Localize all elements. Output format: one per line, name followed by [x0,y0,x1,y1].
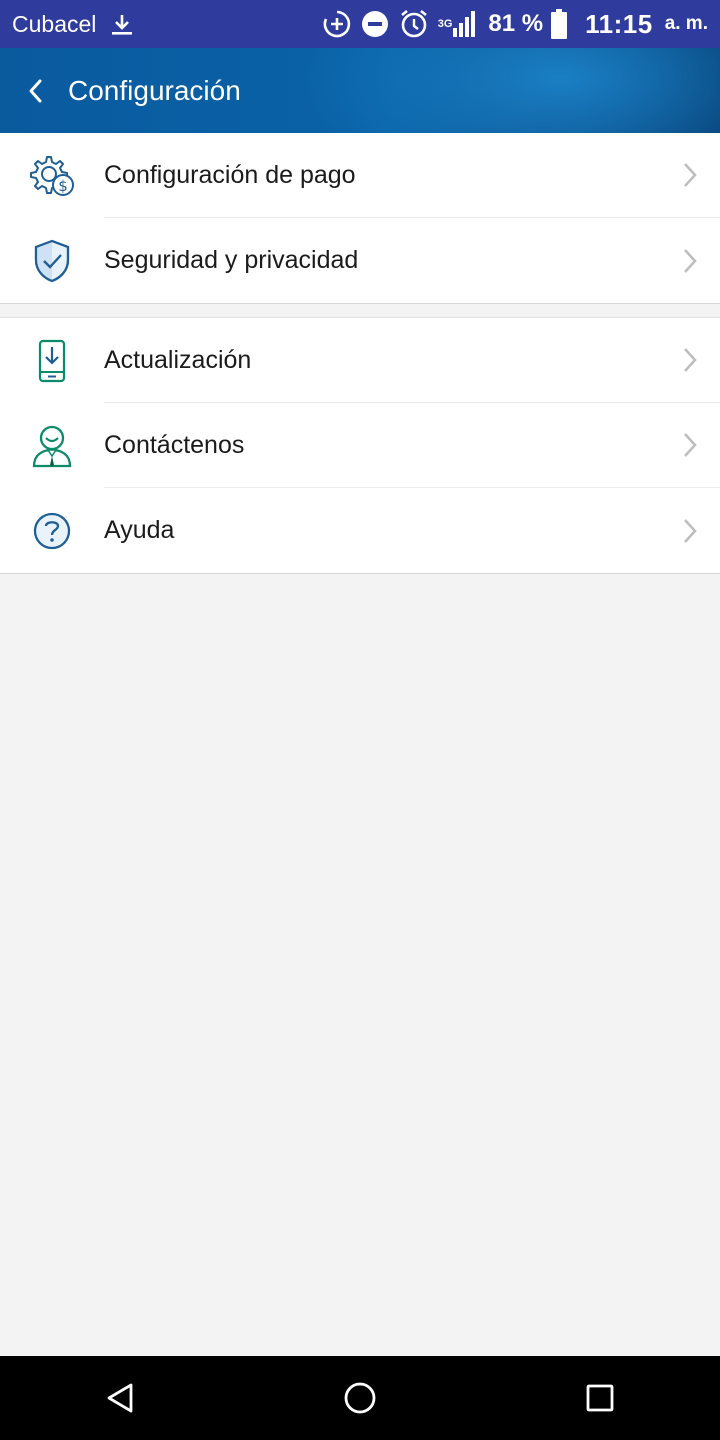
data-saver-icon [322,9,352,39]
system-nav-bar [0,1356,720,1440]
settings-group-account: $ Configuración de pago Seguridad y priv… [0,133,720,304]
nav-home-button[interactable] [310,1356,410,1440]
menu-item-update[interactable]: Actualización [0,318,720,403]
chevron-right-icon [660,161,720,189]
chevron-right-icon [660,431,720,459]
payment-settings-icon: $ [30,155,74,196]
menu-item-label: Actualización [104,345,252,374]
menu-item-security-privacy[interactable]: Seguridad y privacidad [0,218,720,303]
support-agent-icon [32,425,72,467]
clock-ampm: a. m. [664,13,708,34]
square-recents-icon [586,1384,614,1412]
do-not-disturb-icon [360,9,390,39]
svg-text:$: $ [58,177,68,195]
settings-group-support: Actualización Contáctenos Ayuda [0,317,720,574]
chevron-right-icon [660,517,720,545]
back-button[interactable] [0,48,72,133]
battery-icon [551,9,568,39]
help-circle-icon [33,512,71,549]
alarm-icon [398,8,430,40]
status-bar: Cubacel 3G 81 % 11:15 a. m. [0,0,720,48]
shield-check-icon [34,239,70,282]
clock: 11:15 [585,8,653,39]
carrier-name: Cubacel [12,10,97,37]
triangle-back-icon [107,1383,133,1413]
back-arrow-icon [29,79,42,102]
chevron-right-icon [660,247,720,275]
menu-item-label: Seguridad y privacidad [104,246,359,274]
menu-item-payment-settings[interactable]: $ Configuración de pago [0,133,720,218]
circle-home-icon [344,1382,376,1414]
menu-item-help[interactable]: Ayuda [0,488,720,573]
battery-percentage: 81 % [488,10,544,37]
menu-item-label: Contáctenos [104,430,245,459]
page-title: Configuración [68,74,241,106]
app-bar: Configuración [0,48,720,133]
nav-back-button[interactable] [70,1356,170,1440]
signal-3g-icon: 3G [438,10,477,38]
phone-download-icon [38,339,66,382]
download-icon [110,12,134,36]
menu-item-contact[interactable]: Contáctenos [0,403,720,488]
chevron-right-icon [660,346,720,374]
menu-item-label: Ayuda [104,516,175,544]
nav-recents-button[interactable] [550,1356,650,1440]
menu-item-label: Configuración de pago [104,160,356,189]
